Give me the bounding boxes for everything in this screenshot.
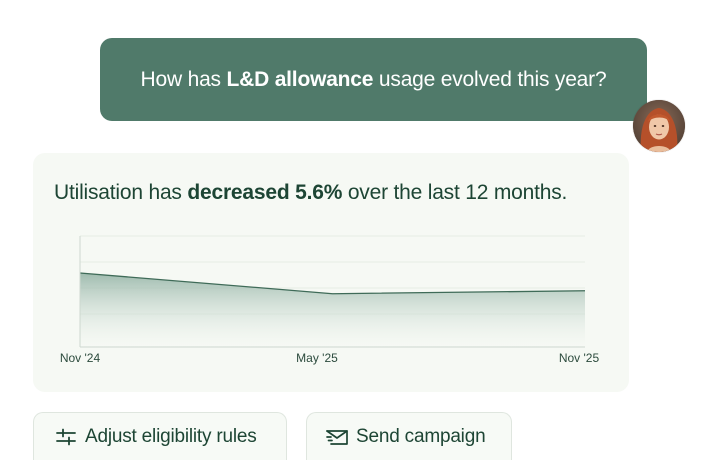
send-campaign-label: Send campaign [356, 425, 486, 447]
sliders-icon [54, 425, 78, 449]
mail-send-icon [325, 425, 349, 449]
x-tick-label: Nov '25 [559, 351, 600, 365]
utilisation-chart: Nov '24 May '25 Nov '25 [60, 235, 600, 365]
area-fill [80, 273, 585, 347]
x-tick-label: Nov '24 [60, 351, 101, 365]
x-tick-label: May '25 [296, 351, 338, 365]
adjust-eligibility-button[interactable]: Adjust eligibility rules [33, 412, 287, 460]
send-campaign-button[interactable]: Send campaign [306, 412, 512, 460]
adjust-eligibility-label: Adjust eligibility rules [85, 425, 257, 447]
